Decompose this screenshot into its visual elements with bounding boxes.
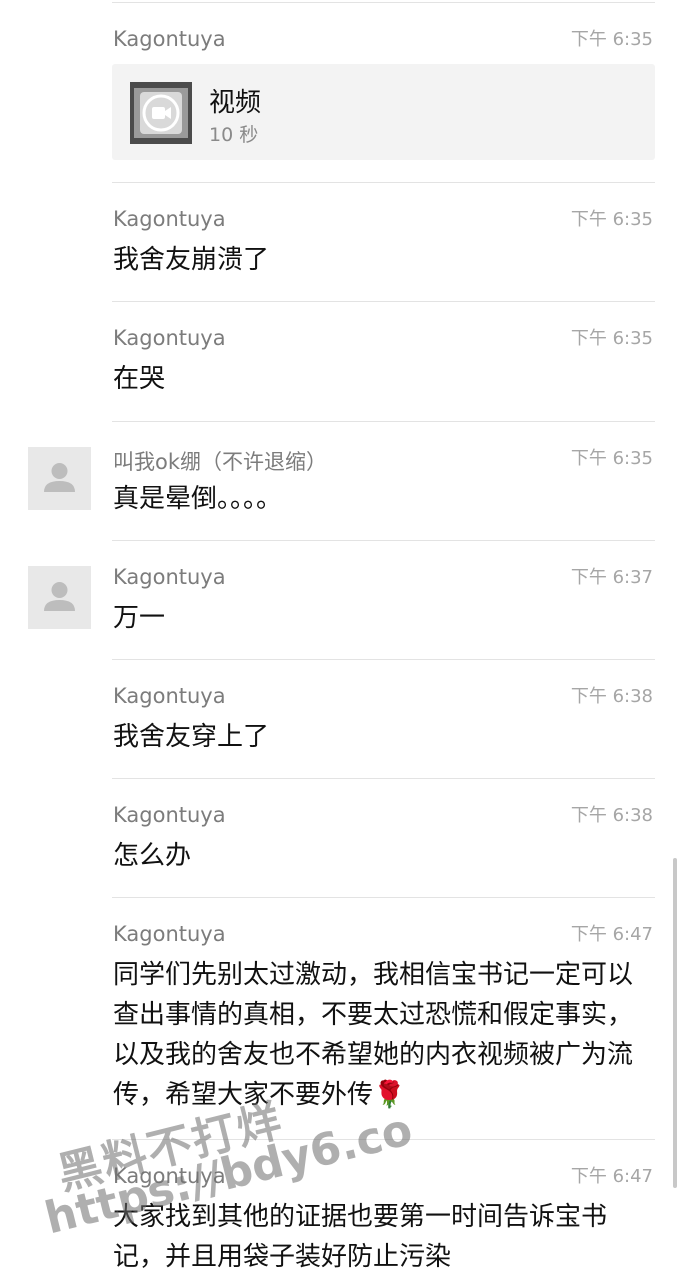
message-item[interactable]: Kagontuya 下午 6:35 我舍友崩溃了 bbox=[0, 182, 683, 302]
message-time: 下午 6:47 bbox=[570, 1166, 653, 1187]
message-time: 下午 6:38 bbox=[570, 805, 653, 826]
sender-name[interactable]: Kagontuya bbox=[113, 565, 226, 589]
message-time: 下午 6:47 bbox=[570, 924, 653, 945]
message-time: 下午 6:35 bbox=[570, 209, 653, 230]
sender-name[interactable]: Kagontuya bbox=[113, 27, 226, 51]
message-text: 怎么办 bbox=[113, 841, 192, 871]
message-text: 在哭 bbox=[113, 364, 166, 394]
message-item[interactable]: Kagontuya 下午 6:47 大家找到其他的证据也要第一时间告诉宝书记，并… bbox=[0, 1139, 683, 1280]
avatar[interactable] bbox=[28, 447, 91, 510]
sender-name[interactable]: Kagontuya bbox=[113, 922, 226, 946]
avatar[interactable] bbox=[28, 566, 91, 629]
video-duration: 10 秒 bbox=[209, 124, 259, 146]
video-play-icon bbox=[130, 82, 192, 144]
message-text: 真是晕倒。。。。 bbox=[113, 484, 283, 514]
scrollbar[interactable] bbox=[673, 858, 677, 1188]
sender-name[interactable]: Kagontuya bbox=[113, 326, 226, 350]
message-time: 下午 6:35 bbox=[570, 328, 653, 349]
message-item[interactable]: Kagontuya 下午 6:35 在哭 bbox=[0, 301, 683, 421]
message-item[interactable]: Kagontuya 下午 6:38 我舍友穿上了 bbox=[0, 659, 683, 779]
sender-name[interactable]: 叫我ok绷（不许退缩） bbox=[113, 446, 327, 476]
video-title: 视频 bbox=[209, 88, 262, 118]
message-item[interactable]: Kagontuya 下午 6:35 视频 10 秒 bbox=[0, 2, 683, 182]
default-avatar-icon bbox=[44, 582, 75, 611]
message-time: 下午 6:38 bbox=[570, 686, 653, 707]
sender-name[interactable]: Kagontuya bbox=[113, 803, 226, 827]
message-text: 大家找到其他的证据也要第一时间告诉宝书记，并且用袋子装好防止污染 bbox=[113, 1202, 608, 1272]
message-text: 我舍友崩溃了 bbox=[113, 245, 270, 275]
message-time: 下午 6:35 bbox=[570, 448, 653, 469]
message-item[interactable]: Kagontuya 下午 6:38 怎么办 bbox=[0, 778, 683, 898]
video-message-card[interactable]: 视频 10 秒 bbox=[112, 64, 655, 160]
message-text: 万一 bbox=[113, 603, 166, 633]
message-text: 同学们先别太过激动，我相信宝书记一定可以查出事情的真相，不要太过恐慌和假定事实，… bbox=[113, 960, 634, 1110]
message-item[interactable]: Kagontuya 下午 6:47 同学们先别太过激动，我相信宝书记一定可以查出… bbox=[0, 897, 683, 1139]
video-thumbnail[interactable] bbox=[130, 82, 192, 144]
sender-name[interactable]: Kagontuya bbox=[113, 684, 226, 708]
sender-name[interactable]: Kagontuya bbox=[113, 1164, 226, 1188]
message-time: 下午 6:37 bbox=[570, 567, 653, 588]
message-item[interactable]: Kagontuya 下午 6:37 万一 bbox=[0, 540, 683, 660]
sender-name[interactable]: Kagontuya bbox=[113, 207, 226, 231]
message-time: 下午 6:35 bbox=[570, 29, 653, 50]
message-text: 我舍友穿上了 bbox=[113, 722, 270, 752]
message-item[interactable]: 叫我ok绷（不许退缩） 下午 6:35 真是晕倒。。。。 bbox=[0, 421, 683, 541]
default-avatar-icon bbox=[44, 463, 75, 492]
